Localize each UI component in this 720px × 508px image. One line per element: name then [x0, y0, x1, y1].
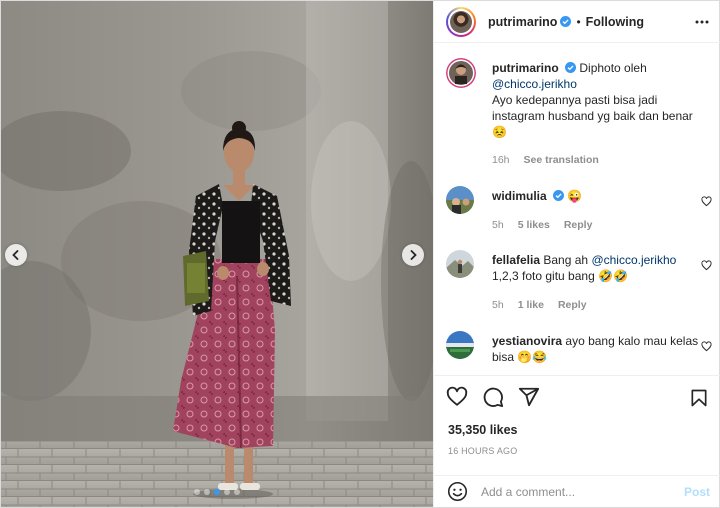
- caption-mention[interactable]: @chicco.jerikho: [492, 77, 577, 91]
- post-comment-button[interactable]: Post: [684, 485, 710, 499]
- caption-avatar-image: [446, 58, 476, 88]
- comment-input[interactable]: [481, 484, 671, 499]
- carousel-dot: [204, 489, 210, 495]
- carousel-next-button[interactable]: [402, 244, 424, 266]
- commenter-avatar-image: [446, 331, 474, 359]
- post-photo[interactable]: [1, 1, 433, 507]
- post-actions: 35,350 likes 16 HOURS AGO: [434, 375, 720, 467]
- more-dots-icon[interactable]: [694, 14, 710, 30]
- comment-meta: 5h 5 likes Reply: [492, 219, 592, 231]
- comment-username[interactable]: widimulia: [492, 189, 547, 203]
- carousel-prev-button[interactable]: [5, 244, 27, 266]
- comment-likes[interactable]: 5 likes: [518, 219, 550, 231]
- heart-outline-icon[interactable]: [701, 196, 712, 207]
- author-username[interactable]: putrimarino: [488, 15, 557, 29]
- see-translation-link[interactable]: See translation: [524, 154, 599, 166]
- comment-text: fellafelia Bang ah @chicco.jerikho 1,2,3…: [492, 252, 704, 284]
- reply-button[interactable]: Reply: [558, 299, 587, 311]
- caption-body-start: Diphoto oleh: [579, 61, 647, 75]
- verified-badge-icon: [560, 16, 572, 27]
- verified-badge-icon: [565, 62, 577, 73]
- comment-item: fellafelia Bang ah @chicco.jerikho 1,2,3…: [446, 250, 712, 324]
- comment-body: 😜: [567, 189, 583, 203]
- chevron-left-icon: [12, 250, 19, 260]
- heart-icon: [446, 386, 468, 406]
- post-timestamp[interactable]: 16 HOURS AGO: [448, 446, 517, 456]
- author-avatar-image: [450, 10, 472, 33]
- comment-item: widimulia 😜 5h 5 likes Reply: [446, 186, 712, 246]
- author-avatar[interactable]: [446, 6, 476, 37]
- avatar[interactable]: [446, 331, 474, 359]
- chevron-right-icon: [410, 250, 417, 260]
- like-button[interactable]: [446, 386, 468, 411]
- caption-text: putrimarino Diphoto oleh @chicco.jerikho…: [492, 60, 704, 140]
- header-separator: •: [576, 14, 581, 29]
- send-icon: [518, 387, 540, 407]
- avatar[interactable]: [446, 58, 476, 88]
- comment-meta: 5h 1 like Reply: [492, 299, 587, 311]
- commenter-avatar-image: [446, 186, 474, 214]
- heart-outline-icon[interactable]: [701, 260, 712, 271]
- caption-meta: 16h See translation: [492, 154, 599, 166]
- bookmark-icon: [691, 389, 707, 407]
- comments-list[interactable]: putrimarino Diphoto oleh @chicco.jerikho…: [434, 44, 720, 374]
- comment-likes[interactable]: 1 like: [518, 299, 544, 311]
- verified-badge-icon: [553, 190, 565, 201]
- comment-body: 1,2,3 foto gitu bang 🤣🤣: [492, 269, 628, 283]
- comment-time[interactable]: 5h: [492, 299, 504, 311]
- emoji-icon[interactable]: [447, 481, 468, 502]
- commenter-avatar-image: [446, 250, 474, 278]
- comment-username[interactable]: fellafelia: [492, 253, 540, 267]
- carousel-dot: [224, 489, 230, 495]
- reply-button[interactable]: Reply: [564, 219, 593, 231]
- caption-emoji: 😣: [492, 125, 507, 139]
- comment-item: yestianovira ayo bang kalo mau kelas bis…: [446, 331, 712, 371]
- carousel-indicator: [1, 489, 433, 495]
- comment-text: yestianovira ayo bang kalo mau kelas bis…: [492, 333, 704, 365]
- likes-count[interactable]: 35,350 likes: [448, 423, 518, 437]
- comment-time[interactable]: 5h: [492, 219, 504, 231]
- comment-mention[interactable]: @chicco.jerikho: [591, 253, 676, 267]
- save-button[interactable]: [689, 388, 709, 411]
- caption-time[interactable]: 16h: [492, 154, 510, 166]
- avatar[interactable]: [446, 250, 474, 278]
- post-details-panel: putrimarino • Following putrimarino Diph…: [433, 1, 720, 507]
- photo-image: [1, 1, 433, 507]
- avatar[interactable]: [446, 186, 474, 214]
- caption-body: Ayo kedepannya pasti bisa jadi instagram…: [492, 93, 693, 123]
- caption-username[interactable]: putrimarino: [492, 61, 559, 75]
- comment-body-start: Bang ah: [543, 253, 589, 267]
- share-button[interactable]: [518, 386, 540, 411]
- caption: putrimarino Diphoto oleh @chicco.jerikho…: [446, 58, 712, 178]
- comment-button[interactable]: [482, 386, 504, 411]
- carousel-dot: [194, 489, 200, 495]
- add-comment-bar: Post: [434, 475, 720, 507]
- carousel-dot: [214, 489, 220, 495]
- post-header: putrimarino • Following: [434, 1, 720, 43]
- comment-text: widimulia 😜: [492, 188, 704, 204]
- following-button[interactable]: Following: [586, 15, 644, 29]
- heart-outline-icon[interactable]: [701, 341, 712, 352]
- instagram-post: putrimarino • Following putrimarino Diph…: [0, 0, 720, 508]
- carousel-dot: [234, 489, 240, 495]
- comment-username[interactable]: yestianovira: [492, 334, 562, 348]
- comment-icon: [483, 387, 504, 408]
